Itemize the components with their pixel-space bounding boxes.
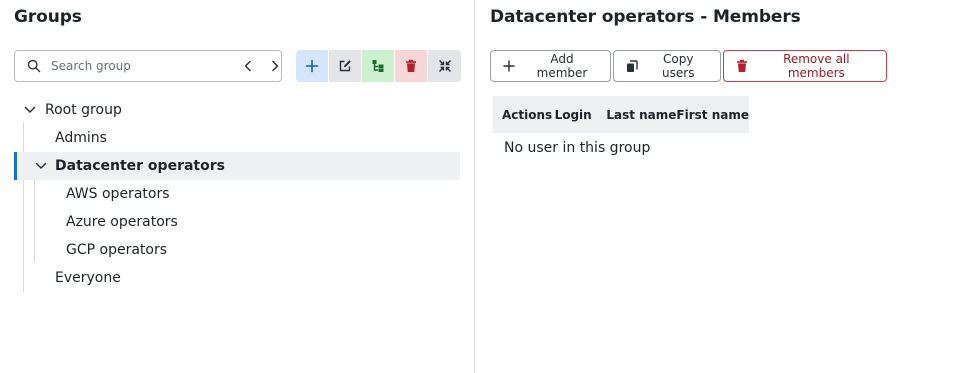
- add-icon: [305, 59, 319, 73]
- column-header-first-name[interactable]: First name: [676, 108, 749, 122]
- tree-item-admins[interactable]: Admins: [14, 124, 460, 152]
- move-icon: [372, 60, 384, 72]
- group-search-box: [14, 50, 282, 82]
- tree-item-label: Admins: [55, 130, 107, 146]
- remove-all-members-button[interactable]: Remove all members: [723, 50, 887, 82]
- chevron-down-icon[interactable]: [34, 159, 48, 173]
- tree-item-label: AWS operators: [66, 186, 170, 202]
- copy-icon: [626, 59, 639, 73]
- previous-match-button[interactable]: [240, 58, 256, 74]
- remove-all-members-label: Remove all members: [783, 52, 850, 80]
- tree-item-label: Everyone: [55, 270, 121, 286]
- tree-item-root-group[interactable]: Root group: [14, 96, 460, 124]
- column-header-last-name[interactable]: Last name: [606, 108, 676, 122]
- member-actions: Add member Copy users Remove all members: [490, 50, 887, 82]
- tree-item-aws-operators[interactable]: AWS operators: [14, 180, 460, 208]
- group-search-input[interactable]: [51, 56, 211, 76]
- add-group-button[interactable]: [296, 50, 329, 82]
- add-member-label: Add member: [536, 52, 588, 80]
- members-title: Datacenter operators - Members: [490, 7, 801, 27]
- delete-group-button[interactable]: [395, 50, 428, 82]
- chevron-down-icon[interactable]: [23, 103, 37, 117]
- trash-icon: [736, 59, 749, 73]
- edit-icon: [339, 60, 351, 72]
- column-header-login[interactable]: Login: [555, 108, 607, 122]
- members-pane: Datacenter operators - Members Add membe…: [476, 0, 960, 373]
- collapse-all-button[interactable]: [428, 50, 461, 82]
- groups-pane: Groups Search group Root group Admins Da…: [0, 0, 475, 373]
- edit-group-button[interactable]: [329, 50, 362, 82]
- chevron-left-icon: [244, 60, 251, 72]
- plus-icon: [503, 59, 516, 73]
- search-icon: [27, 59, 41, 73]
- group-toolbar: [296, 50, 461, 82]
- chevron-right-icon: [272, 60, 279, 72]
- tree-item-datacenter-operators[interactable]: Datacenter operators: [14, 152, 460, 180]
- tree-item-label: GCP operators: [66, 242, 168, 258]
- move-group-button[interactable]: [362, 50, 395, 82]
- tree-item-everyone[interactable]: Everyone: [14, 264, 460, 292]
- copy-users-button[interactable]: Copy users: [613, 50, 721, 82]
- tree-item-gcp-operators[interactable]: GCP operators: [14, 236, 460, 264]
- add-member-button[interactable]: Add member: [490, 50, 611, 82]
- copy-users-label: Copy users: [662, 52, 695, 80]
- column-header-actions: Actions: [502, 107, 553, 122]
- members-table: Actions Login Last name First name No us…: [493, 96, 749, 156]
- next-match-button[interactable]: [267, 58, 283, 74]
- tree-item-azure-operators[interactable]: Azure operators: [14, 208, 460, 236]
- groups-title: Groups: [14, 7, 82, 27]
- trash-icon: [406, 59, 416, 72]
- empty-state-message: No user in this group: [504, 140, 651, 156]
- tree-item-label: Azure operators: [66, 214, 178, 230]
- tree-item-label: Root group: [45, 102, 122, 118]
- tree-item-label: Datacenter operators: [55, 158, 225, 174]
- table-header: Actions Login Last name First name: [493, 96, 749, 133]
- collapse-icon: [438, 60, 451, 72]
